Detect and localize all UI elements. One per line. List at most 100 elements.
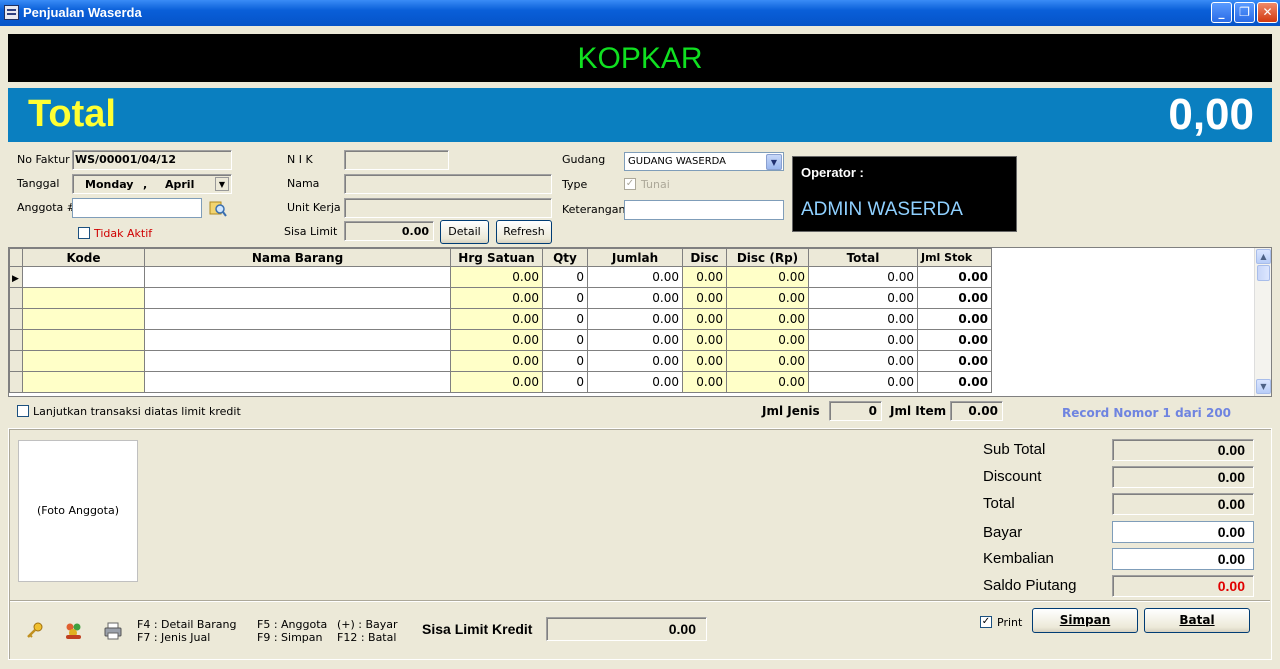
close-button[interactable]: ✕: [1257, 2, 1278, 23]
col-disc-rp[interactable]: Disc (Rp): [726, 248, 809, 267]
nama-field[interactable]: [344, 174, 552, 194]
detail-button[interactable]: Detail: [440, 220, 489, 244]
grid-cell[interactable]: [144, 350, 451, 372]
unit-kerja-field[interactable]: [344, 198, 552, 218]
search-member-icon[interactable]: [209, 200, 227, 217]
chevron-down-icon[interactable]: ▼: [215, 177, 229, 191]
grid-cell[interactable]: 0.00: [726, 266, 809, 288]
col-hrg-satuan[interactable]: Hrg Satuan: [450, 248, 543, 267]
grid-cell[interactable]: 0.00: [587, 308, 683, 330]
grid-cell[interactable]: 0: [542, 287, 588, 309]
grid-cell[interactable]: [22, 308, 145, 330]
scroll-up-icon[interactable]: ▲: [1256, 249, 1271, 264]
grid-cell[interactable]: [144, 308, 451, 330]
grid-cell[interactable]: 0.00: [450, 350, 543, 372]
refresh-button[interactable]: Refresh: [496, 220, 552, 244]
grid-cell[interactable]: [22, 266, 145, 288]
grid-cell[interactable]: 0.00: [808, 287, 918, 309]
grid-cell[interactable]: 0.00: [682, 287, 727, 309]
grid-cell[interactable]: 0.00: [587, 287, 683, 309]
grid-cell[interactable]: 0.00: [808, 308, 918, 330]
grid-cell[interactable]: [22, 287, 145, 309]
grid-cell[interactable]: 0.00: [917, 308, 992, 330]
row-indicator[interactable]: [9, 287, 23, 309]
grid-cell[interactable]: 0.00: [808, 329, 918, 351]
grid-cell[interactable]: 0.00: [682, 266, 727, 288]
current-row-indicator[interactable]: ▶: [9, 266, 23, 288]
grid-cell[interactable]: 0.00: [682, 308, 727, 330]
grid-scrollbar[interactable]: ▲ ▼: [1254, 248, 1271, 396]
grid-cell[interactable]: 0.00: [917, 371, 992, 393]
grid-cell[interactable]: [22, 371, 145, 393]
grid-cell[interactable]: 0.00: [450, 308, 543, 330]
sisa-limit-field[interactable]: 0.00: [344, 221, 434, 241]
grid-cell[interactable]: 0.00: [587, 266, 683, 288]
grid-cell[interactable]: 0: [542, 371, 588, 393]
members-icon[interactable]: [64, 622, 84, 640]
grid-cell[interactable]: 0.00: [587, 329, 683, 351]
table-row[interactable]: ▶ 0.00 0 0.00 0.00 0.00 0.00 0.00: [9, 266, 992, 288]
anggota-input[interactable]: [72, 198, 202, 218]
grid-cell[interactable]: 0: [542, 308, 588, 330]
nik-field[interactable]: [344, 150, 449, 170]
no-faktur-field[interactable]: WS/00001/04/12: [72, 150, 232, 170]
grid-cell[interactable]: [144, 329, 451, 351]
grid-cell[interactable]: 0.00: [682, 329, 727, 351]
table-row[interactable]: 0.00 0 0.00 0.00 0.00 0.00 0.00: [9, 329, 992, 351]
grid-cell[interactable]: 0: [542, 329, 588, 351]
grid-cell[interactable]: 0.00: [726, 329, 809, 351]
items-grid[interactable]: Kode Nama Barang Hrg Satuan Qty Jumlah D…: [8, 247, 1272, 397]
col-qty[interactable]: Qty: [542, 248, 588, 267]
grid-cell[interactable]: 0.00: [917, 266, 992, 288]
gudang-select[interactable]: GUDANG WASERDA ▼: [624, 152, 784, 171]
grid-cell[interactable]: 0.00: [917, 350, 992, 372]
lanjutkan-checkbox[interactable]: [17, 405, 29, 417]
grid-cell[interactable]: 0: [542, 350, 588, 372]
col-kode[interactable]: Kode: [22, 248, 145, 267]
col-total[interactable]: Total: [808, 248, 918, 267]
grid-cell[interactable]: [144, 371, 451, 393]
row-indicator[interactable]: [9, 350, 23, 372]
row-indicator[interactable]: [9, 329, 23, 351]
scroll-thumb[interactable]: [1257, 265, 1270, 281]
grid-cell[interactable]: 0.00: [726, 350, 809, 372]
grid-cell[interactable]: 0.00: [726, 287, 809, 309]
key-icon[interactable]: [26, 622, 44, 640]
grid-cell[interactable]: 0.00: [917, 287, 992, 309]
row-indicator[interactable]: [9, 371, 23, 393]
printer-icon[interactable]: [104, 622, 122, 640]
grid-cell[interactable]: 0.00: [808, 371, 918, 393]
grid-cell[interactable]: 0.00: [726, 308, 809, 330]
table-row[interactable]: 0.00 0 0.00 0.00 0.00 0.00 0.00: [9, 350, 992, 372]
grid-cell[interactable]: 0.00: [587, 371, 683, 393]
col-disc[interactable]: Disc: [682, 248, 727, 267]
grid-cell[interactable]: 0.00: [450, 266, 543, 288]
grid-cell[interactable]: [144, 266, 451, 288]
keterangan-input[interactable]: [624, 200, 784, 220]
grid-cell[interactable]: 0.00: [808, 266, 918, 288]
scroll-down-icon[interactable]: ▼: [1256, 379, 1271, 394]
grid-cell[interactable]: 0.00: [682, 350, 727, 372]
grid-cell[interactable]: 0.00: [917, 329, 992, 351]
col-jumlah[interactable]: Jumlah: [587, 248, 683, 267]
grid-cell[interactable]: [22, 350, 145, 372]
grid-cell[interactable]: 0.00: [450, 329, 543, 351]
table-row[interactable]: 0.00 0 0.00 0.00 0.00 0.00 0.00: [9, 287, 992, 309]
batal-button[interactable]: Batal: [1144, 608, 1250, 633]
grid-cell[interactable]: 0.00: [450, 287, 543, 309]
print-checkbox[interactable]: ✓: [980, 616, 992, 628]
table-row[interactable]: 0.00 0 0.00 0.00 0.00 0.00 0.00: [9, 308, 992, 330]
tunai-checkbox[interactable]: ✓: [624, 178, 636, 190]
simpan-button[interactable]: Simpan: [1032, 608, 1138, 633]
col-jml-stok[interactable]: Jml Stok: [917, 248, 992, 267]
grid-cell[interactable]: 0.00: [587, 350, 683, 372]
grid-cell[interactable]: 0.00: [726, 371, 809, 393]
grid-cell[interactable]: 0.00: [682, 371, 727, 393]
chevron-down-icon[interactable]: ▼: [766, 154, 782, 170]
grid-cell[interactable]: 0.00: [808, 350, 918, 372]
row-indicator[interactable]: [9, 308, 23, 330]
grid-cell[interactable]: [144, 287, 451, 309]
bayar-input[interactable]: 0.00: [1112, 521, 1254, 543]
grid-cell[interactable]: 0: [542, 266, 588, 288]
minimize-button[interactable]: _: [1211, 2, 1232, 23]
